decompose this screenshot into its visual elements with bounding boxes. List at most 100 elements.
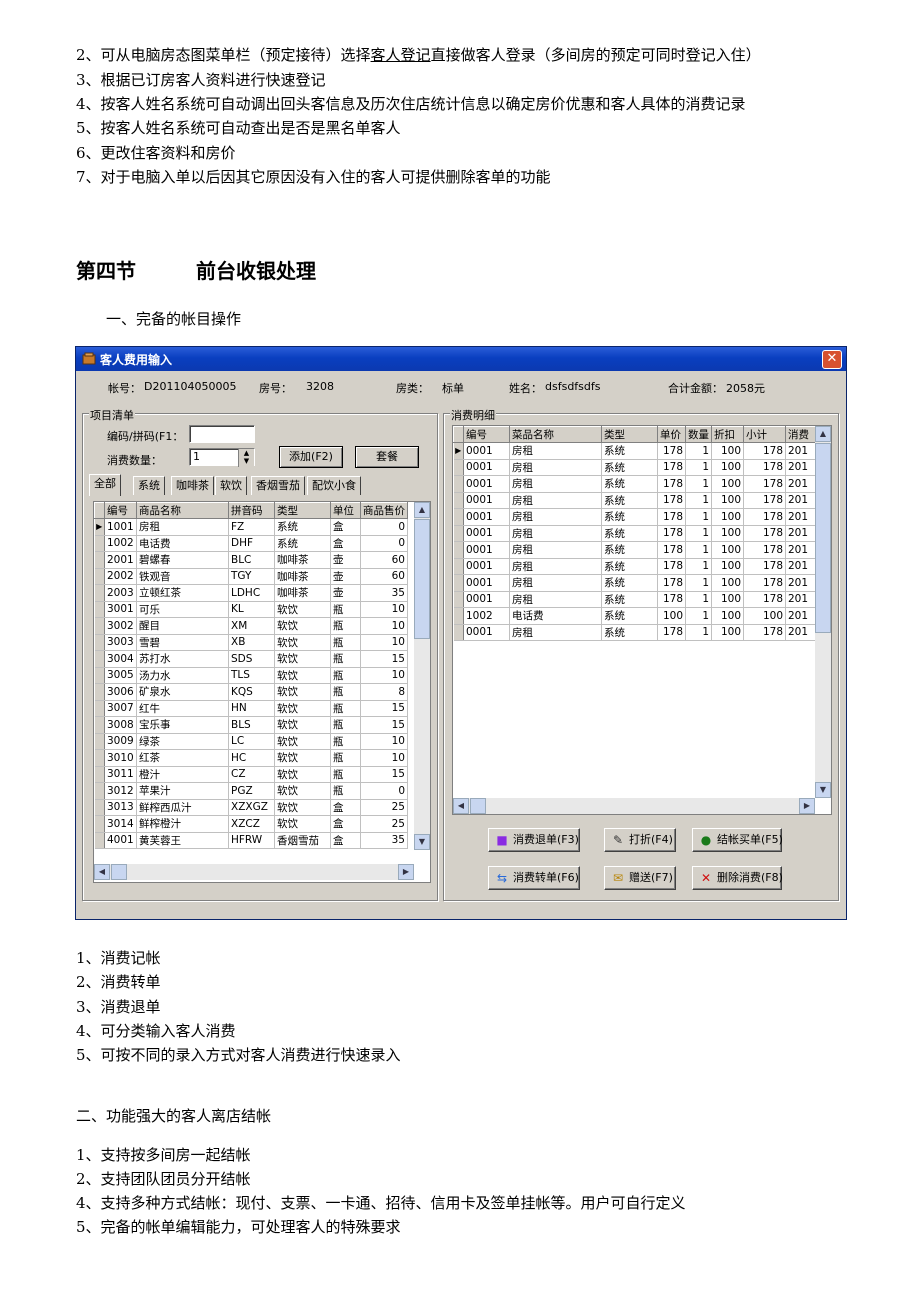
detail-row[interactable]: 0001 房租 系统 178 1 100 178 201 xyxy=(453,591,816,608)
row-indicator[interactable] xyxy=(94,667,105,684)
scroll-thumb[interactable] xyxy=(470,798,486,814)
checkout-button[interactable]: ● 结帐买单(F5) xyxy=(692,828,783,852)
item-row[interactable]: 4001 黄芙蓉王 HFRW 香烟雪茄盒 35 xyxy=(94,832,408,849)
col-detail-name[interactable]: 菜品名称 xyxy=(509,426,602,443)
tab-cigarettes[interactable]: 香烟雪茄 xyxy=(251,476,305,495)
item-row[interactable]: 3011 橙汁 CZ 软饮瓶 15 xyxy=(94,766,408,783)
scroll-up-arrow-icon[interactable]: ▲ xyxy=(815,426,831,442)
detail-row[interactable]: 0001 房租 系统 178 1 100 178 201 xyxy=(453,459,816,476)
item-row[interactable]: 3006 矿泉水 KQS 软饮瓶 8 xyxy=(94,683,408,701)
detail-row[interactable]: 0001 房租 系统 178 1 100 178 201 xyxy=(453,475,816,493)
detail-horizontal-scrollbar[interactable]: ◀ ▶ xyxy=(453,798,815,814)
close-button[interactable]: ✕ xyxy=(822,350,842,369)
row-indicator[interactable] xyxy=(94,584,105,602)
item-row[interactable]: 3007 红牛 HN 软饮瓶 15 xyxy=(94,700,408,717)
detail-row[interactable]: 1002 电话费 系统 100 1 100 100 201 xyxy=(453,607,816,625)
items-horizontal-scrollbar[interactable]: ◀ ▶ xyxy=(94,864,414,880)
item-row[interactable]: 1002 电话费 DHF 系统盒 0 xyxy=(94,535,408,552)
current-row-indicator-icon[interactable]: ▶ xyxy=(453,442,464,460)
row-indicator[interactable] xyxy=(453,525,464,542)
item-row[interactable]: 3009 绿茶 LC 软饮瓶 10 xyxy=(94,733,408,750)
scroll-left-arrow-icon[interactable]: ◀ xyxy=(453,798,469,814)
item-row[interactable]: 3002 醒目 XM 软饮瓶 10 xyxy=(94,617,408,635)
code-input[interactable] xyxy=(189,425,255,443)
col-item-name[interactable]: 商品名称 xyxy=(136,502,229,519)
scroll-left-arrow-icon[interactable]: ◀ xyxy=(94,864,110,880)
col-quantity[interactable]: 数量 xyxy=(685,426,712,443)
row-indicator[interactable] xyxy=(453,508,464,526)
row-indicator[interactable] xyxy=(453,459,464,476)
row-indicator[interactable] xyxy=(453,475,464,493)
row-indicator[interactable] xyxy=(94,815,105,833)
row-indicator[interactable] xyxy=(94,551,105,569)
detail-row[interactable]: 0001 房租 系统 178 1 100 178 201 xyxy=(453,492,816,509)
row-indicator[interactable] xyxy=(94,799,105,816)
guest-registration-link[interactable]: 客人登记 xyxy=(371,46,431,64)
item-row[interactable]: 3005 汤力水 TLS 软饮瓶 10 xyxy=(94,667,408,684)
item-row[interactable]: 2003 立顿红茶 LDHC 咖啡茶壶 35 xyxy=(94,584,408,602)
col-detail-code[interactable]: 编号 xyxy=(463,426,510,443)
row-indicator[interactable] xyxy=(453,607,464,625)
row-indicator[interactable] xyxy=(94,617,105,635)
title-bar[interactable]: 客人费用输入 ✕ xyxy=(76,347,846,371)
transfer-button[interactable]: ⇆ 消费转单(F6) xyxy=(488,866,580,890)
item-row[interactable]: 3010 红茶 HC 软饮瓶 10 xyxy=(94,749,408,767)
quantity-stepper[interactable]: ▲ ▼ xyxy=(238,449,254,467)
col-detail-type[interactable]: 类型 xyxy=(601,426,658,443)
add-button[interactable]: 添加(F2) xyxy=(279,446,343,468)
row-indicator[interactable] xyxy=(94,568,105,585)
detail-row[interactable]: 0001 房租 系统 178 1 100 178 201 xyxy=(453,541,816,559)
delete-button[interactable]: ✕ 删除消费(F8) xyxy=(692,866,783,890)
row-indicator[interactable] xyxy=(94,716,105,734)
detail-row[interactable]: 0001 房租 系统 178 1 100 178 201 xyxy=(453,525,816,542)
tab-coffee-tea[interactable]: 咖啡茶 xyxy=(171,476,214,495)
col-discount[interactable]: 折扣 xyxy=(711,426,744,443)
scroll-thumb[interactable] xyxy=(815,443,831,633)
row-indicator[interactable] xyxy=(453,574,464,592)
package-button[interactable]: 套餐 xyxy=(355,446,419,468)
scroll-right-arrow-icon[interactable]: ▶ xyxy=(799,798,815,814)
item-row[interactable]: ▶ 1001 房租 FZ 系统盒 0 xyxy=(94,518,408,536)
row-indicator[interactable] xyxy=(94,782,105,800)
gift-button[interactable]: ✉ 赠送(F7) xyxy=(604,866,676,890)
detail-row[interactable]: ▶ 0001 房租 系统 178 1 100 178 201 xyxy=(453,442,816,460)
item-row[interactable]: 3014 鲜榨橙汁 XZCZ 软饮盒 25 xyxy=(94,815,408,833)
scroll-down-arrow-icon[interactable]: ▼ xyxy=(815,782,831,798)
tab-all[interactable]: 全部 xyxy=(89,474,121,496)
col-consume-time[interactable]: 消费 xyxy=(785,426,816,443)
col-item-code[interactable]: 编号 xyxy=(104,502,137,519)
row-indicator[interactable] xyxy=(94,733,105,750)
col-type[interactable]: 类型 xyxy=(274,502,331,519)
tab-soft-drinks[interactable]: 软饮 xyxy=(215,476,247,495)
row-indicator[interactable] xyxy=(94,650,105,668)
scroll-up-arrow-icon[interactable]: ▲ xyxy=(414,502,430,518)
col-price[interactable]: 商品售价 xyxy=(360,502,408,519)
scroll-right-arrow-icon[interactable]: ▶ xyxy=(398,864,414,880)
row-indicator[interactable] xyxy=(94,601,105,618)
quantity-input[interactable]: 1 ▲ ▼ xyxy=(189,448,255,467)
scroll-down-arrow-icon[interactable]: ▼ xyxy=(414,834,430,850)
tab-system[interactable]: 系统 xyxy=(133,476,165,495)
row-indicator[interactable] xyxy=(94,749,105,767)
item-row[interactable]: 3012 苹果汁 PGZ 软饮瓶 0 xyxy=(94,782,408,800)
col-unit[interactable]: 单位 xyxy=(330,502,361,519)
detail-row[interactable]: 0001 房租 系统 178 1 100 178 201 xyxy=(453,624,816,641)
row-indicator[interactable] xyxy=(94,634,105,651)
item-row[interactable]: 3004 苏打水 SDS 软饮瓶 15 xyxy=(94,650,408,668)
row-indicator[interactable] xyxy=(94,683,105,701)
scroll-thumb[interactable] xyxy=(414,519,430,639)
tab-snacks[interactable]: 配饮小食 xyxy=(307,476,361,495)
item-row[interactable]: 2001 碧螺春 BLC 咖啡茶壶 60 xyxy=(94,551,408,569)
items-vertical-scrollbar[interactable]: ▲ ▼ xyxy=(414,502,430,850)
col-subtotal[interactable]: 小计 xyxy=(743,426,786,443)
row-indicator[interactable] xyxy=(453,492,464,509)
current-row-indicator-icon[interactable]: ▶ xyxy=(94,518,105,536)
row-indicator[interactable] xyxy=(94,766,105,783)
detail-vertical-scrollbar[interactable]: ▲ ▼ xyxy=(815,426,831,798)
item-row[interactable]: 3003 雪碧 XB 软饮瓶 10 xyxy=(94,634,408,651)
detail-row[interactable]: 0001 房租 系统 178 1 100 178 201 xyxy=(453,508,816,526)
row-indicator[interactable] xyxy=(94,535,105,552)
scroll-thumb[interactable] xyxy=(111,864,127,880)
row-indicator[interactable] xyxy=(453,541,464,559)
row-indicator[interactable] xyxy=(94,832,105,849)
